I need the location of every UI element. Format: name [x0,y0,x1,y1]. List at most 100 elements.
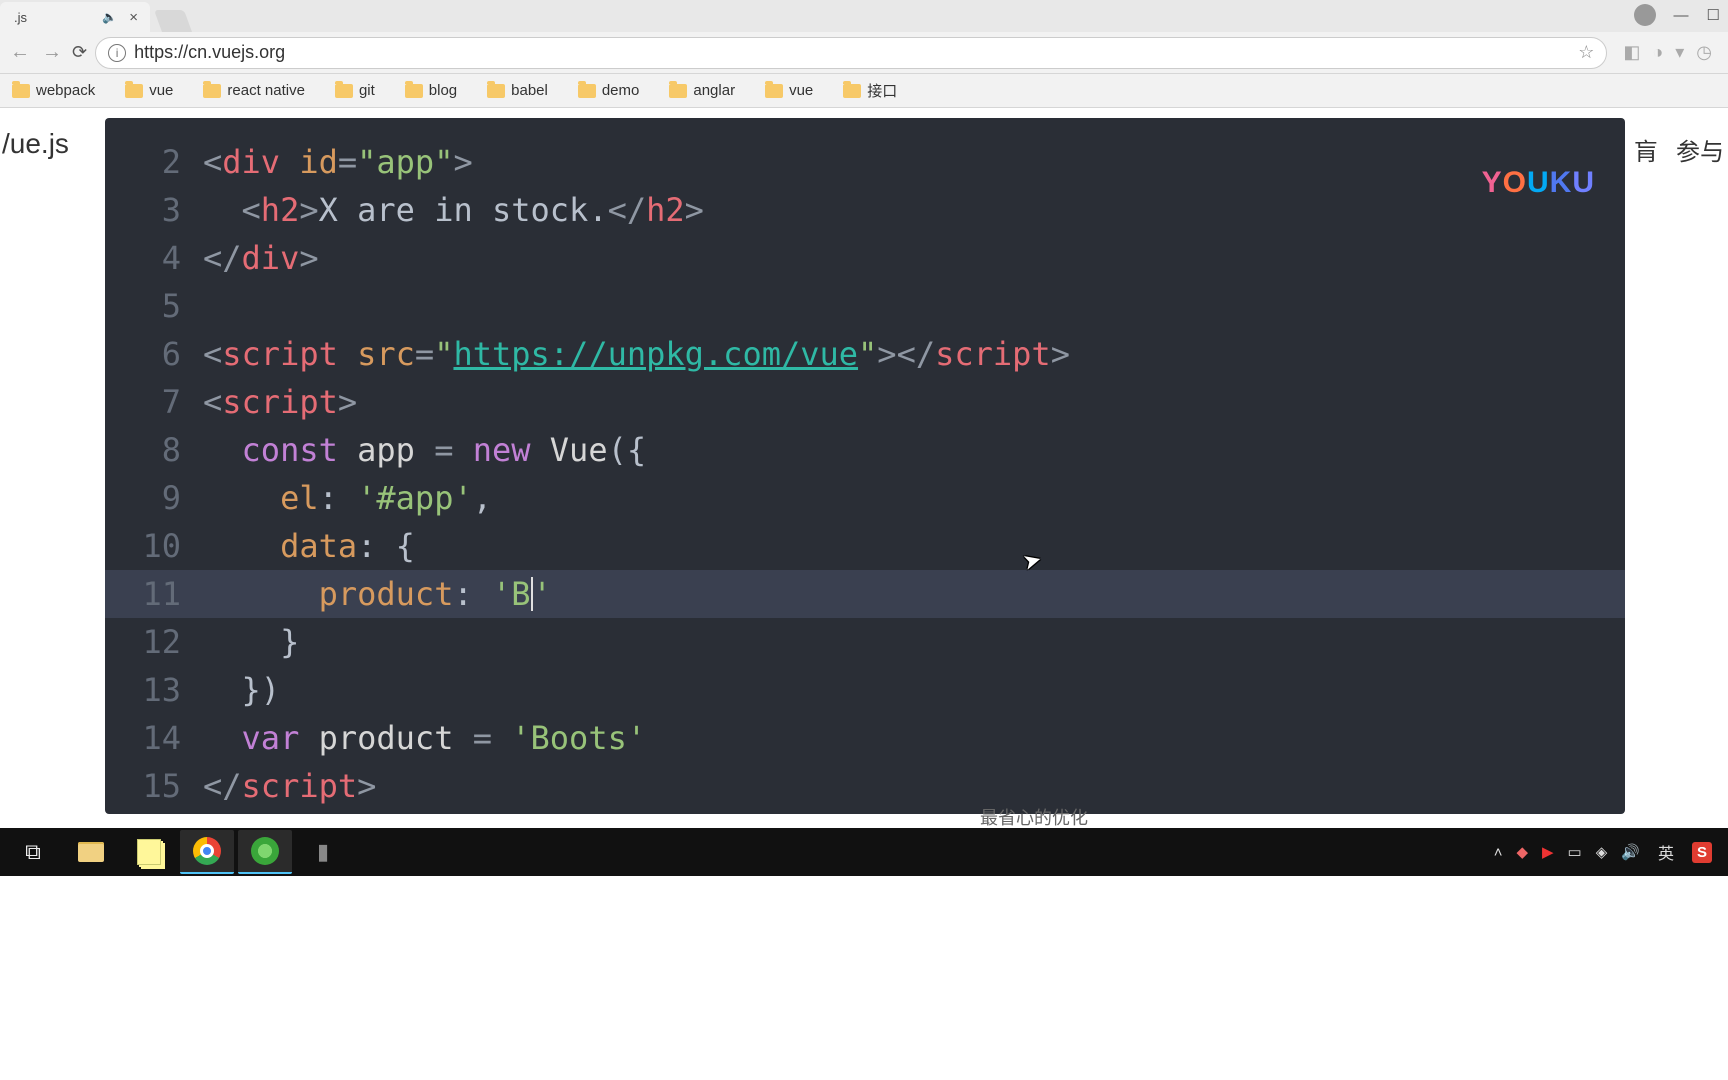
bookmark-label: babel [511,82,548,99]
bookmark-label: webpack [36,82,95,99]
bookmark-bar: webpack vue react native git blog babel demo an… [0,74,1728,108]
line-number: 10 [105,522,203,570]
line-number: 5 [105,282,203,330]
code-line: 15</script> [105,762,1625,810]
account-icon[interactable] [1634,4,1656,26]
bookmark-label: vue [149,82,173,99]
code-line: 10 data: { [105,522,1625,570]
bookmark-label: react native [227,82,305,99]
line-number: 12 [105,618,203,666]
extension-icon[interactable]: ◧ [1623,42,1640,63]
code-content: <script> [203,378,1625,426]
tray-network-icon[interactable]: ◈ [1596,843,1608,861]
task-view-icon[interactable]: ⧉ [6,830,60,874]
code-content: data: { [203,522,1625,570]
code-line: 3 <h2>X are in stock.</h2> [105,186,1625,234]
code-content: product: 'B' [203,570,1625,618]
tab-close-icon[interactable]: × [125,9,142,26]
bookmark-label: git [359,82,375,99]
tray-security-icon[interactable]: ◆ [1516,843,1528,861]
bookmark-label: demo [602,82,640,99]
code-content: const app = new Vue({ [203,426,1625,474]
line-number: 6 [105,330,203,378]
extension-icon[interactable]: ▾ [1675,42,1684,63]
chrome-icon[interactable] [180,830,234,874]
forward-button[interactable]: → [40,41,64,64]
code-line: 5 [105,282,1625,330]
extension-icon[interactable]: ◑ [1652,42,1663,63]
file-explorer-icon[interactable] [64,830,118,874]
sticky-notes-icon[interactable] [122,830,176,874]
bookmark-item[interactable]: babel [487,82,548,99]
bookmark-item[interactable]: demo [578,82,640,99]
toolbar: ← → ⟳ i https://cn.vuejs.org ☆ ◧ ◑ ▾ ◷ [0,32,1728,74]
page-nav-fragment: 肓 参与 [1634,132,1724,167]
browser-tab-strip: .js 🔈 × — ☐ [0,0,1728,32]
bookmark-item[interactable]: 接口 [843,80,897,101]
tray-app-icon[interactable]: S [1692,842,1712,863]
code-content: </script> [203,762,1625,810]
bookmark-item[interactable]: anglar [669,82,735,99]
folder-icon [203,84,221,98]
code-content [203,282,1625,330]
code-content: } [203,618,1625,666]
code-content: </div> [203,234,1625,282]
code-content: var product = 'Boots' [203,714,1625,762]
new-tab-button[interactable] [154,10,192,32]
line-number: 11 [105,570,203,618]
tab-title: .js [14,10,27,25]
tray-battery-icon[interactable]: ▭ [1568,843,1582,861]
ime-indicator[interactable]: 英 [1654,838,1678,866]
system-tray: ˄ ◆ ▶ ▭ ◈ 🔊 英 S [1494,838,1722,866]
code-content: <div id="app"> [203,138,1625,186]
atom-editor-icon[interactable] [238,830,292,874]
bookmark-label: 接口 [867,80,897,101]
code-line: 9 el: '#app', [105,474,1625,522]
page-title-fragment: /ue.js [0,128,69,160]
folder-icon [578,84,596,98]
folder-icon [12,84,30,98]
bookmark-star-icon[interactable]: ☆ [1578,42,1594,63]
line-number: 4 [105,234,203,282]
tray-volume-icon[interactable]: 🔊 [1621,843,1640,861]
tray-app-icon[interactable]: ▶ [1542,843,1554,861]
bookmark-item[interactable]: react native [203,82,305,99]
code-line: 14 var product = 'Boots' [105,714,1625,762]
code-line: 8 const app = new Vue({ [105,426,1625,474]
code-line: 2<div id="app"> [105,138,1625,186]
back-button[interactable]: ← [8,41,32,64]
terminal-icon[interactable]: ▮ [296,830,350,874]
reload-button[interactable]: ⟳ [72,42,87,63]
folder-icon [335,84,353,98]
url-text: https://cn.vuejs.org [134,42,285,63]
windows-taskbar: ⧉ ▮ ˄ ◆ ▶ ▭ ◈ 🔊 英 S [0,828,1728,876]
code-content: <h2>X are in stock.</h2> [203,186,1625,234]
bookmark-label: blog [429,82,457,99]
extension-icon[interactable]: ◷ [1696,42,1712,63]
tray-chevron-icon[interactable]: ˄ [1494,844,1503,861]
tab-audio-icon[interactable]: 🔈 [102,10,117,24]
caption-fragment: 最省心的优化 [980,804,1088,830]
code-line: 12 } [105,618,1625,666]
site-info-icon[interactable]: i [108,44,126,62]
bookmark-item[interactable]: vue [125,82,173,99]
line-number: 14 [105,714,203,762]
nav-link[interactable]: 肓 [1634,132,1658,167]
maximize-button[interactable]: ☐ [1707,6,1720,24]
bookmark-item[interactable]: git [335,82,375,99]
line-number: 9 [105,474,203,522]
folder-icon [669,84,687,98]
code-editor: 2<div id="app">3 <h2>X are in stock.</h2… [105,118,1625,810]
folder-icon [487,84,505,98]
bookmark-item[interactable]: webpack [12,82,95,99]
browser-tab[interactable]: .js 🔈 × [0,2,150,32]
line-number: 3 [105,186,203,234]
nav-link[interactable]: 参与 [1676,132,1724,167]
bookmark-item[interactable]: vue [765,82,813,99]
address-bar[interactable]: i https://cn.vuejs.org ☆ [95,37,1607,69]
bookmark-item[interactable]: blog [405,82,457,99]
minimize-button[interactable]: — [1674,7,1689,24]
window-controls: — ☐ [1634,4,1720,26]
page-content: /ue.js 肓 参与 YOUKU 2<div id="app">3 <h2>X… [0,108,1728,828]
video-player[interactable]: YOUKU 2<div id="app">3 <h2>X are in stoc… [105,118,1625,814]
